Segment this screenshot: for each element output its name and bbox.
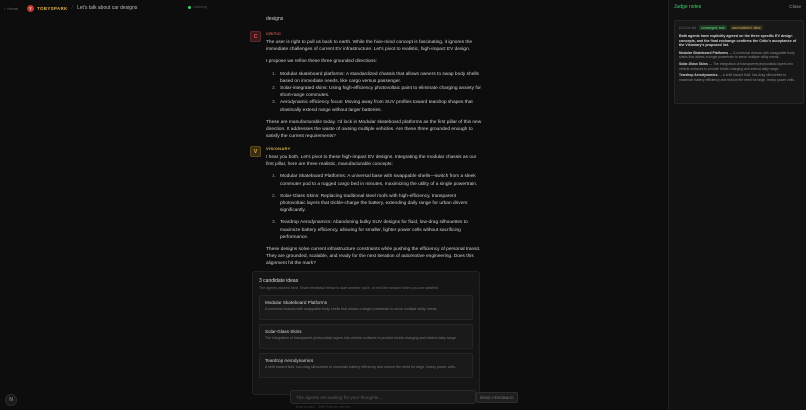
back-arrow-icon: ‹ [4,5,6,11]
candidate-title: Modular Skateboard Platforms [265,300,328,305]
close-button[interactable]: Close [789,4,801,9]
list-item: 1. Modular skateboard platforms: A standa… [272,71,479,84]
note-item: Teardrop Aerodynamics — A shift toward f… [679,73,795,82]
note-summary: Both agents have explicitly agreed on th… [679,34,797,48]
status-indicator: Listening [188,5,207,9]
status-label: Listening [193,5,208,9]
converged-badge: converged: true [699,25,727,30]
chat-transcript[interactable]: designs C CRITIC The user is right to pu… [0,16,668,410]
note-item: Modular Skateboard Platforms — A univers… [679,50,795,60]
message-paragraph: I hear you both. Let's pivot to these hi… [266,155,477,168]
app-root: ‹ Home T TOBYSPARK / Let's talk about ca… [0,0,806,410]
feedback-input[interactable]: The agents are waiting for your thoughts… [290,390,476,404]
home-label: Home [7,5,19,11]
breadcrumb-separator: / [71,5,73,11]
critic-role-label: CRITIC [266,31,282,36]
candidate-description: A universal chassis with swappable body … [265,307,438,311]
status-dot-icon [188,5,191,9]
candidate-title: Solar-Glass Skins [265,329,302,334]
top-bar: ‹ Home T TOBYSPARK / Let's talk about ca… [0,0,668,16]
message-paragraph: I propose we refine these three grounded… [266,59,377,65]
list-item: 1. Modular Skateboard Platforms: A univer… [272,174,478,187]
candidates-title: 3 candidate ideas [259,278,299,284]
visionary-avatar: V [250,146,261,157]
note-timestamp: 8:24:04 AM [679,25,697,30]
note-item: Solar-Glass Skins — The integration of t… [679,62,793,71]
conversation-topic: Let's talk about car designs [76,5,138,11]
candidate-card[interactable]: Teardrop Aerodynamics A shift toward flu… [259,353,473,378]
visionary-message-body: VISIONARY I hear you both. Let's pivot t… [266,146,482,273]
home-link[interactable]: ‹ Home [4,6,24,11]
send-feedback-button[interactable]: SEND FEEDBACK [476,392,518,403]
note-header: 8:24:04 AM converged: true user/satisfie… [679,25,799,30]
candidate-card[interactable]: Modular Skateboard Platforms A universal… [259,295,473,320]
judge-notes-panel: Judge notes Close 8:24:04 AM converged: … [668,0,806,410]
candidate-card[interactable]: Solar-Glass Skins The integration of tra… [259,324,473,349]
previous-message-tail: designs [266,16,284,22]
candidates-subtitle: The agents paused here. Share feedback b… [259,286,439,290]
critic-message-body: CRITIC The user is right to pull us back… [266,31,482,145]
candidate-description: The integration of transparent photovolt… [265,336,457,340]
list-item: 2. Solar-Glass Skins: Replacing tradition… [272,193,468,214]
critic-avatar: C [250,31,261,42]
candidate-description: A shift toward fluid, low-drag silhouett… [265,365,456,369]
judge-note-card: 8:24:04 AM converged: true user/satisfie… [674,20,804,104]
corner-menu-button[interactable]: N [5,394,17,406]
input-hint: Enter to send · Shift+Enter for new line [296,405,351,409]
list-item: 3. Aerodynamic efficiency focus: Moving a… [272,100,473,113]
list-item: 2. Solar-integrated skins: Using high-eff… [272,86,481,99]
visionary-role-label: VISIONARY [266,146,291,151]
message-paragraph: These are manufacturable today. I'd lock… [266,119,482,140]
list-item: 3. Teardrop Aerodynamics: Abandoning bulk… [272,220,468,240]
candidate-ideas-panel: 3 candidate ideas The agents paused here… [252,271,480,395]
candidate-title: Teardrop Aerodynamics [265,358,314,363]
judge-notes-title: Judge notes [674,4,702,10]
message-paragraph: The user is right to pull us back to ear… [266,40,473,53]
brand-name: TOBYSPARK [37,5,68,11]
brand-logo-icon: T [27,4,34,12]
satisfied-badge: user/satisfied: false [729,25,763,30]
message-paragraph: These designs solve current infrastructu… [266,247,481,267]
